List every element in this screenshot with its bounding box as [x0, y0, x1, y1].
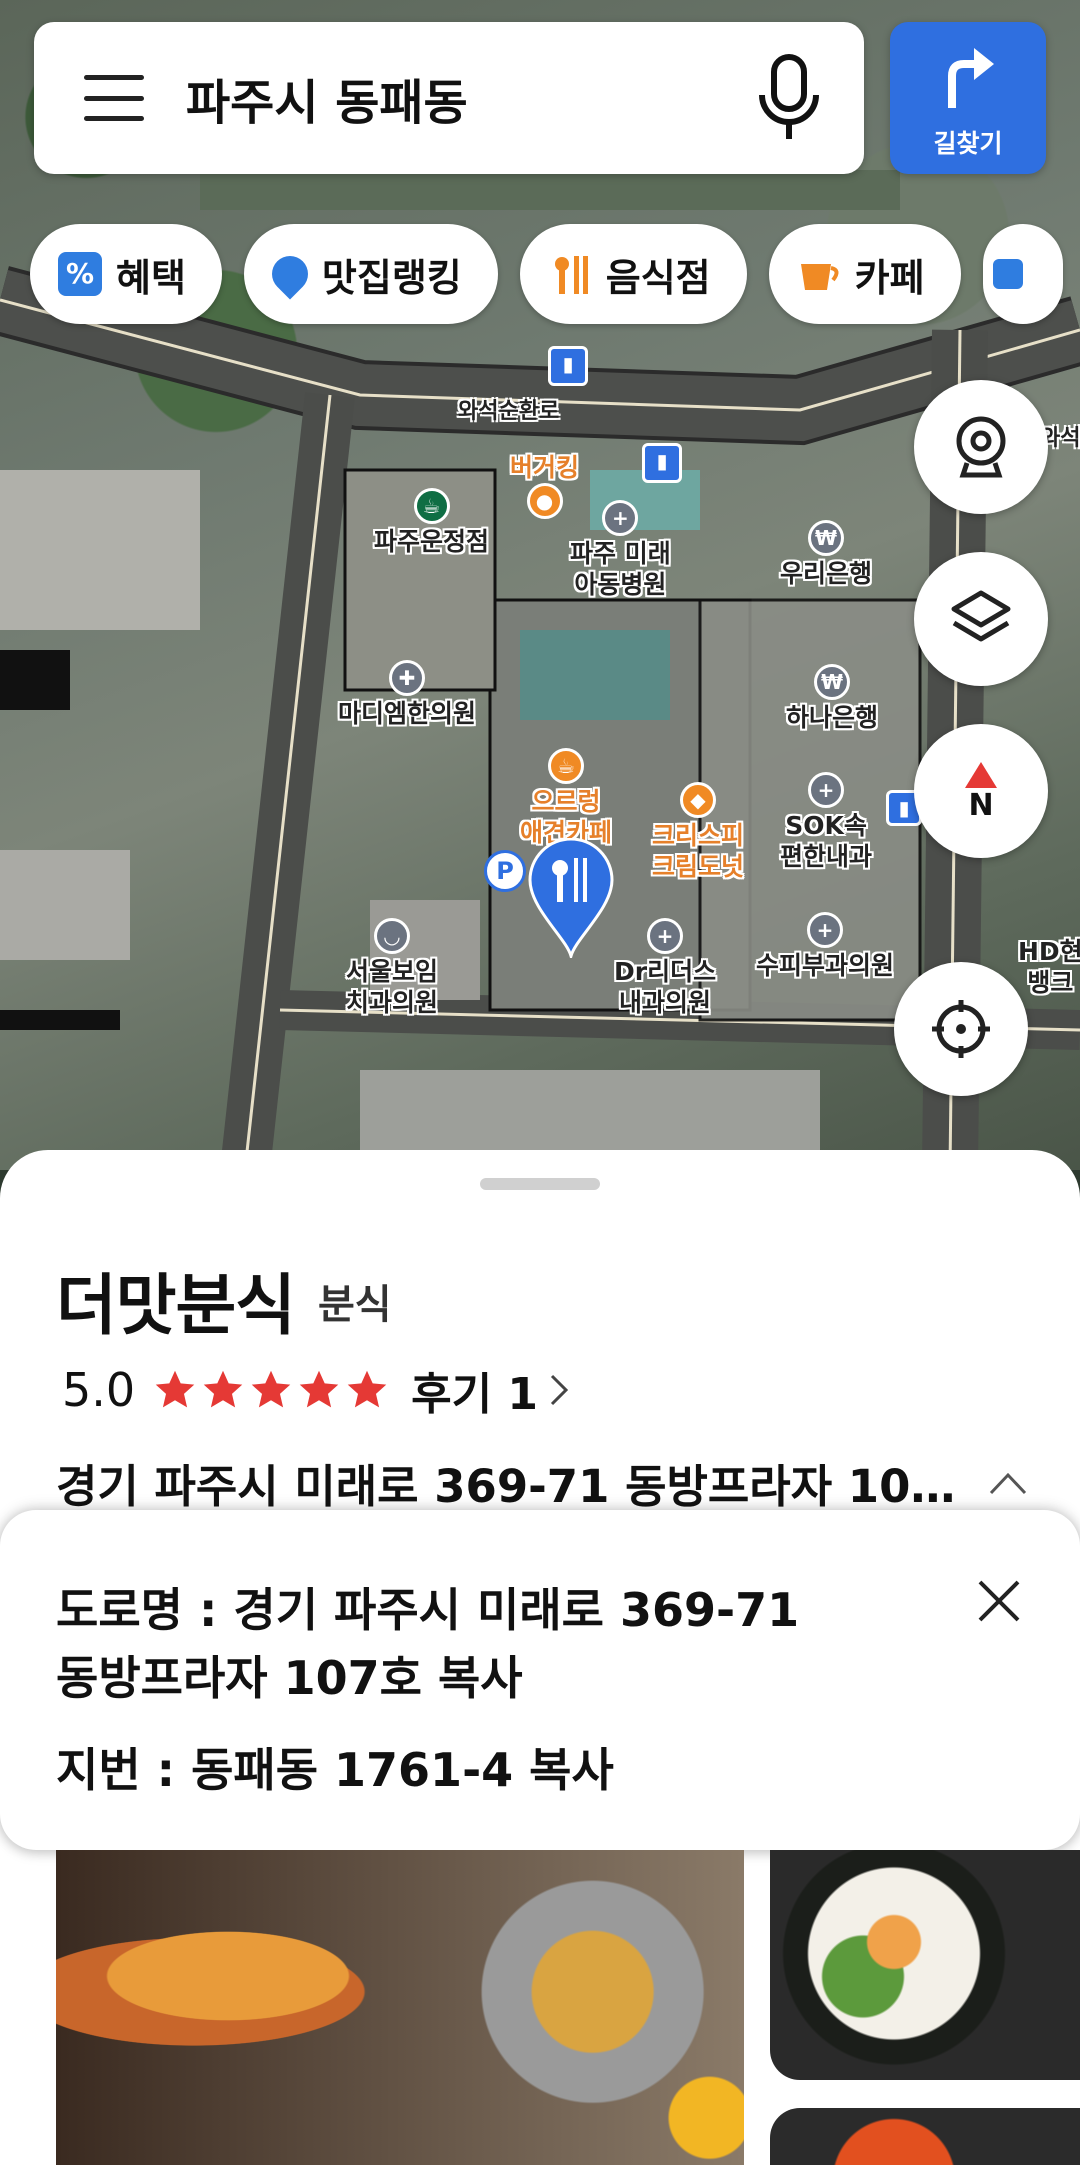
hospital-icon: +	[602, 500, 639, 536]
directions-button[interactable]: 길찾기	[890, 22, 1046, 174]
category-chips: % 혜택 맛집랭킹 음식점 카페	[30, 224, 1063, 324]
chevron-up-icon[interactable]	[988, 1470, 1028, 1496]
star-icon	[155, 1370, 195, 1408]
bank-icon: ₩	[808, 520, 844, 556]
poi-supi-clinic[interactable]: + 수피부과의원	[756, 912, 894, 981]
fork-knife-icon	[548, 252, 592, 296]
parking-icon[interactable]: P	[484, 850, 526, 892]
poi-dog-cafe[interactable]: ☕ 으르렁 애견카페	[520, 748, 612, 848]
search-bar[interactable]: 파주시 동패동	[34, 22, 864, 174]
review-link[interactable]: 후기 1	[411, 1358, 538, 1422]
chip-cafe[interactable]: 카페	[768, 224, 961, 324]
address-detail-popup: 도로명 : 경기 파주시 미래로 369-71 동방프라자 107호 복사 지번…	[0, 1510, 1080, 1850]
chip-ranking[interactable]: 맛집랭킹	[243, 224, 498, 324]
cafe-icon: ☕	[548, 748, 584, 784]
star-icon	[299, 1370, 339, 1408]
star-icon	[347, 1370, 387, 1408]
cctv-button[interactable]	[914, 380, 1048, 514]
poi-hd-bank[interactable]: HD현 뱅크	[1018, 936, 1080, 998]
chip-benefit[interactable]: % 혜택	[30, 224, 222, 324]
my-location-button[interactable]	[894, 962, 1028, 1096]
poi-mirae-hospital[interactable]: + 파주 미래 아동병원	[570, 500, 671, 600]
rating-stars	[153, 1368, 389, 1412]
close-icon[interactable]	[974, 1576, 1024, 1626]
chip-more[interactable]	[982, 224, 1063, 324]
rating-value: 5.0	[62, 1363, 136, 1417]
cctv-icon	[956, 416, 1006, 478]
poi-woori-bank[interactable]: ₩ 우리은행	[780, 520, 872, 589]
truck-icon	[992, 259, 1023, 289]
layers-icon	[951, 590, 1011, 642]
place-address[interactable]: 경기 파주시 미래로 369-71 동방프라자 107…	[56, 1450, 956, 1515]
starbucks-icon: ☕	[413, 488, 450, 524]
microphone-icon[interactable]	[754, 53, 824, 143]
chip-restaurant[interactable]: 음식점	[519, 224, 747, 324]
compass-button[interactable]: N	[914, 724, 1048, 858]
place-name: 더맛분식	[56, 1267, 296, 1344]
poi-drleaders-clinic[interactable]: + Dr리더스 내과의원	[614, 918, 716, 1018]
poi-burgerking[interactable]: 버거킹 ●	[510, 452, 579, 521]
poi-starbucks[interactable]: ☕ 파주운정점	[374, 488, 489, 557]
hospital-icon: +	[808, 772, 844, 808]
chevron-right-icon	[551, 1374, 569, 1406]
sheet-drag-handle[interactable]	[480, 1178, 600, 1190]
hospital-icon: +	[807, 912, 843, 948]
poi-seoul-dental[interactable]: ◡ 서울보임 치과의원	[346, 918, 438, 1018]
tooth-icon: ◡	[374, 918, 410, 954]
cup-icon	[797, 252, 841, 296]
photo-kimbap[interactable]	[770, 1850, 1080, 2080]
selected-place-pin-icon[interactable]	[526, 838, 616, 958]
poi-sok-clinic[interactable]: + SOK속 편한내과	[780, 772, 872, 872]
poi-krispy-kreme[interactable]: ◆ 크리스피 크림도넛	[652, 782, 744, 882]
photo-food-main[interactable]	[56, 1850, 744, 2165]
burger-icon: ●	[526, 483, 563, 519]
photo-tteokbokki[interactable]	[770, 2108, 1080, 2165]
road-address-line1: 도로명 : 경기 파주시 미래로 369-71	[56, 1583, 800, 1637]
bank-icon: ₩	[814, 664, 850, 700]
directions-label: 길찾기	[933, 129, 1003, 158]
compass-arrow-icon	[965, 762, 997, 788]
road-address-line2[interactable]: 동방프라자 107호 복사	[56, 1642, 523, 1708]
turn-right-arrow-icon	[948, 48, 994, 108]
poi-madi-clinic[interactable]: ✚ 마디엠한의원	[338, 660, 476, 729]
bus-stop-icon[interactable]: ▮	[548, 346, 588, 388]
star-icon	[251, 1370, 291, 1408]
place-category: 분식	[318, 1282, 392, 1328]
bus-stop-icon[interactable]: ▮	[642, 443, 682, 485]
place-photos[interactable]	[0, 1850, 1080, 2165]
ranking-pin-icon	[264, 248, 316, 300]
cake-icon: ◆	[680, 782, 716, 818]
benefit-icon: %	[58, 252, 102, 296]
compass-label: N	[968, 788, 994, 823]
road-name-waseok: 와석순환로	[458, 399, 560, 424]
clinic-icon: ✚	[389, 660, 425, 696]
hospital-icon: +	[647, 918, 684, 954]
star-icon	[203, 1370, 243, 1408]
search-query[interactable]: 파주시 동패동	[186, 63, 754, 133]
jibun-address[interactable]: 지번 : 동패동 1761-4 복사	[56, 1734, 614, 1800]
poi-hana-bank[interactable]: ₩ 하나은행	[786, 664, 878, 733]
menu-icon[interactable]	[84, 75, 144, 121]
crosshair-icon	[932, 1000, 990, 1058]
layers-button[interactable]	[914, 552, 1048, 686]
rating-row[interactable]: 5.0 후기 1	[62, 1358, 572, 1422]
